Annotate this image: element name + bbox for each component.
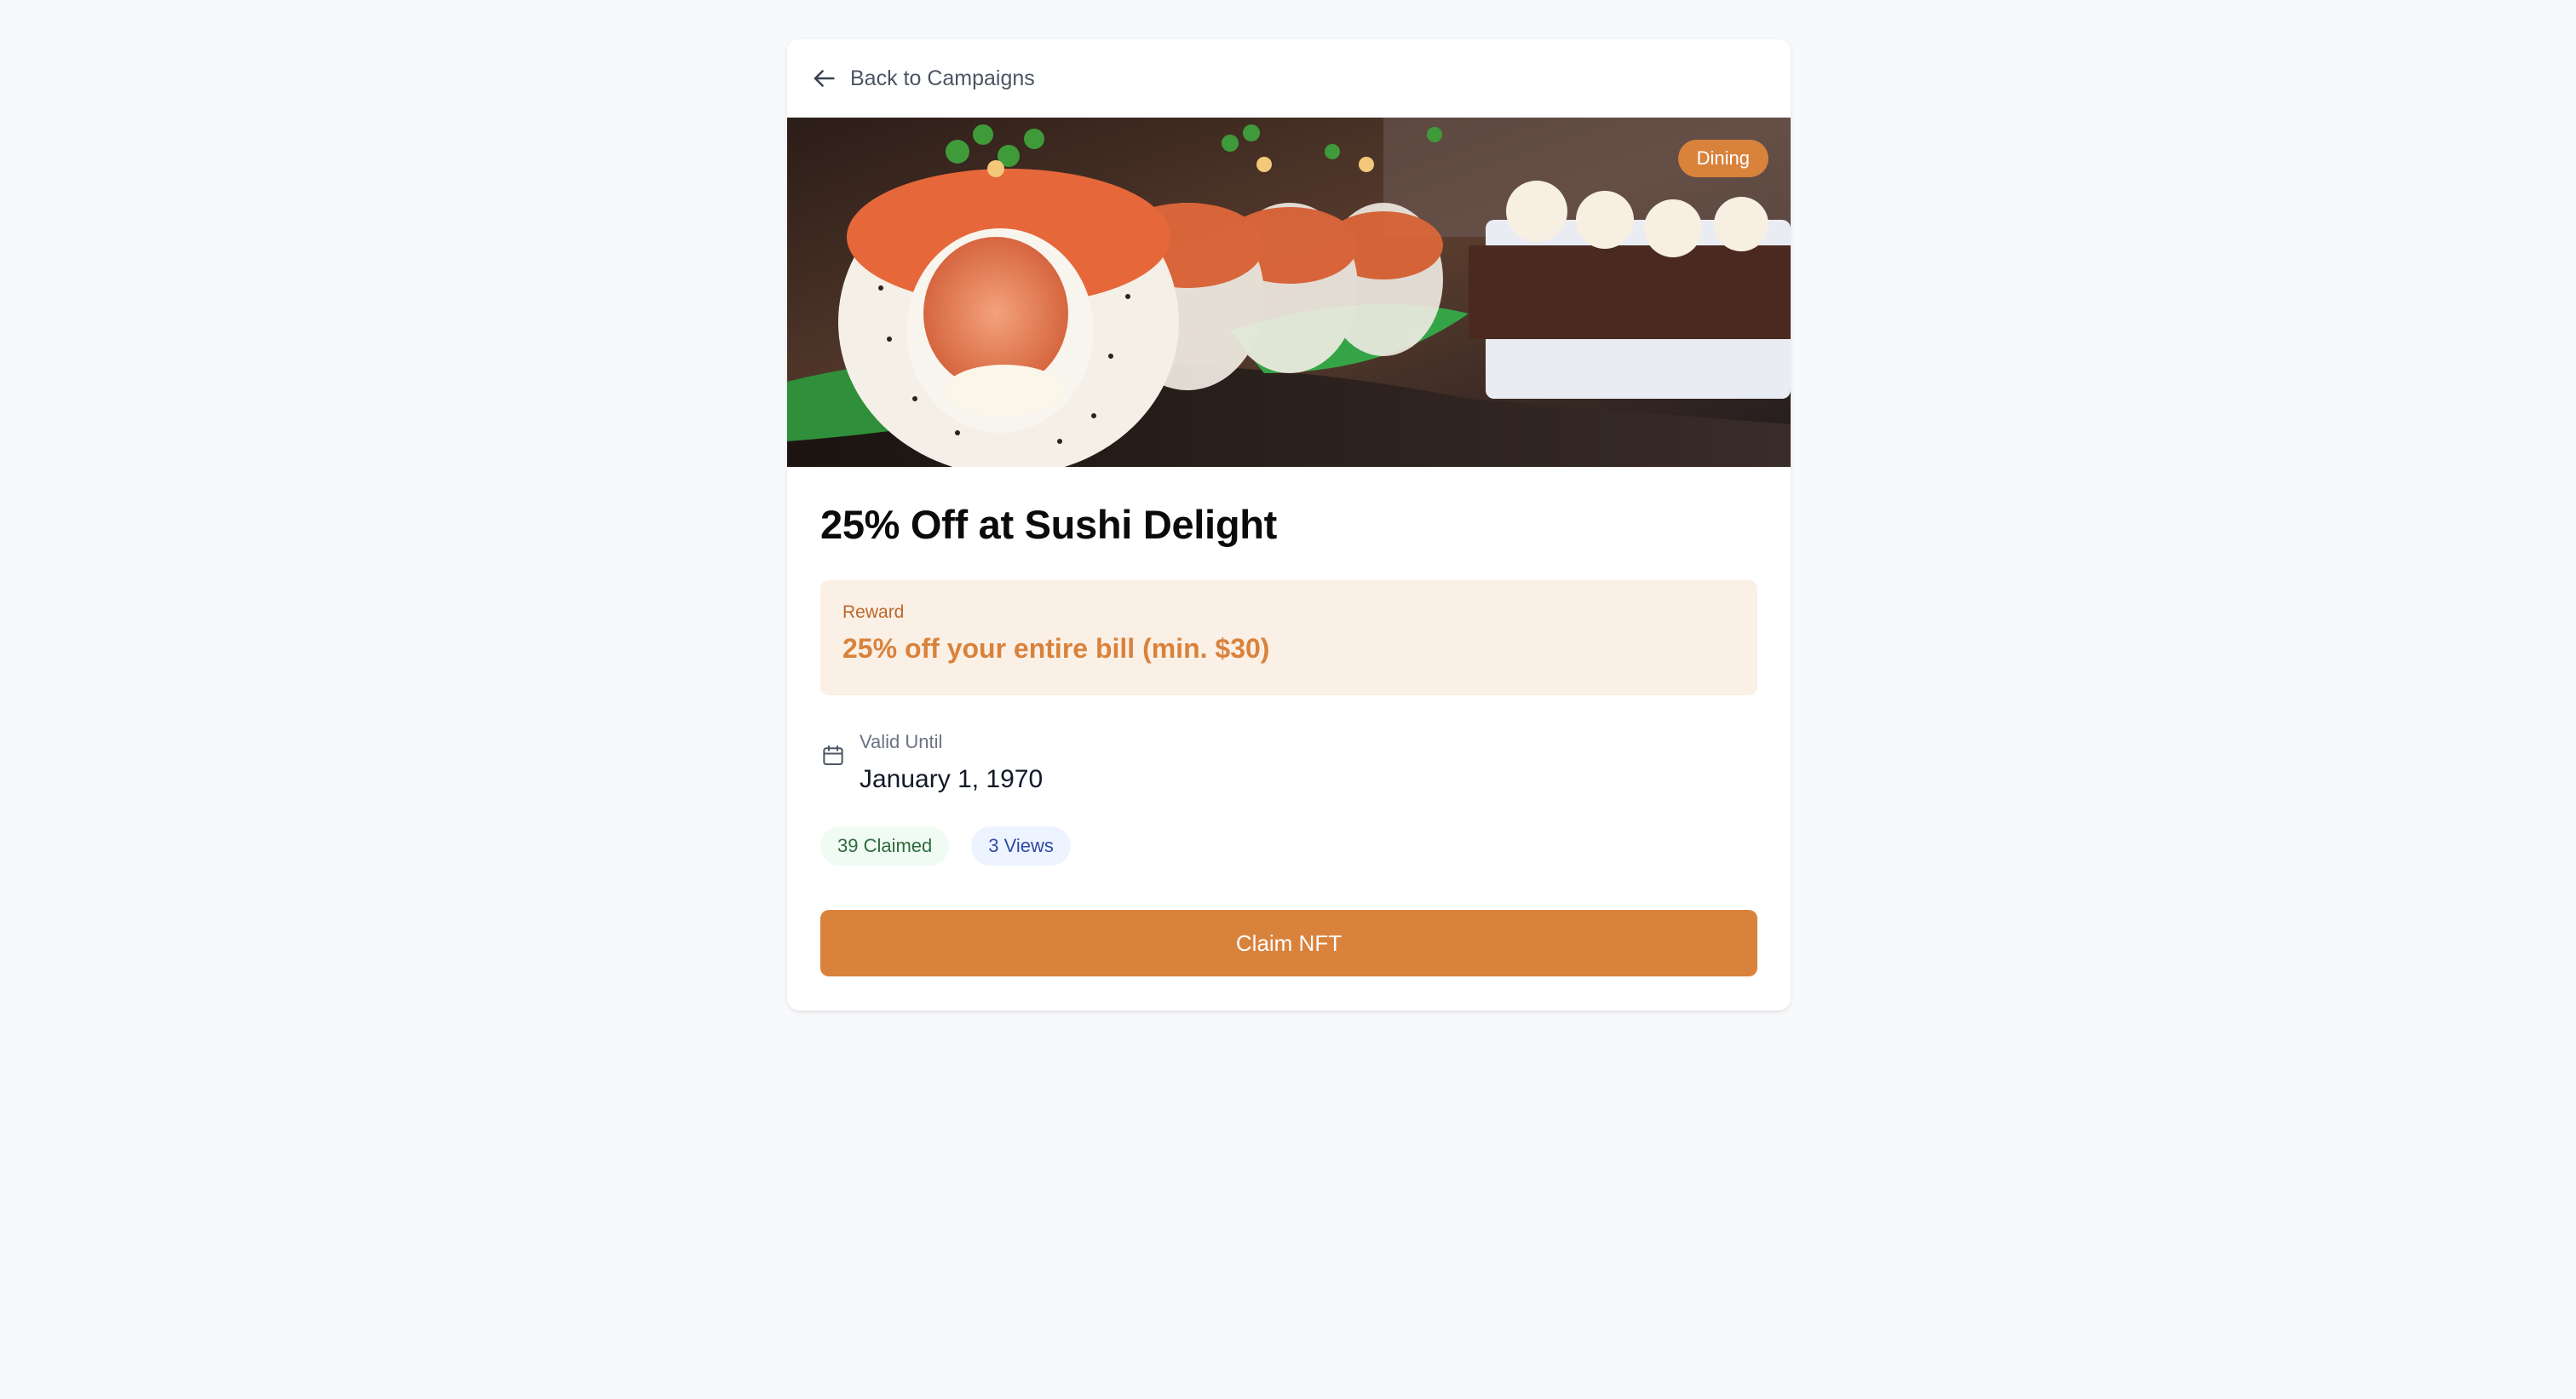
valid-until-section: Valid Until January 1, 1970 [820,731,1757,794]
reward-label: Reward [842,602,905,622]
campaign-content: 25% Off at Sushi Delight Reward 25% off … [787,501,1791,976]
valid-until-label: Valid Until [860,731,943,752]
calendar-icon [823,745,843,765]
valid-until-date: January 1, 1970 [860,765,1044,793]
sushi-photo [787,118,1791,467]
back-to-campaigns-link[interactable]: Back to Campaigns [787,39,1791,118]
campaign-card: Back to Campaigns Dining 25% Off at Sush… [787,39,1791,1010]
reward-value: 25% off your entire bill (min. $30) [842,633,1270,664]
category-badge: Dining [1677,140,1768,177]
claim-nft-button[interactable]: Claim NFT [820,910,1757,976]
reward-box: Reward 25% off your entire bill (min. $3… [820,580,1757,695]
campaign-title: 25% Off at Sushi Delight [820,502,1277,547]
campaign-stats: 39 Claimed 3 Views [820,826,1757,866]
campaign-hero-image: Dining [787,118,1791,467]
back-link-label: Back to Campaigns [850,66,1035,90]
views-count-badge: 3 Views [971,826,1071,866]
arrow-left-icon [814,70,835,87]
claimed-count-badge: 39 Claimed [820,826,950,866]
